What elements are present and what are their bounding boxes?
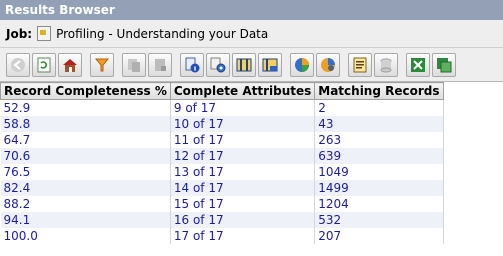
filter-button[interactable] [90,52,114,77]
results-table: Record Completeness % Complete Attribute… [0,82,444,244]
job-icon [37,26,52,41]
table-cell[interactable]: 17 of 17 [170,228,316,244]
table-header-row: Record Completeness % Complete Attribute… [0,82,444,100]
table-cell[interactable]: 1204 [314,196,444,212]
excel-button[interactable] [406,52,430,77]
table-row[interactable]: 52.9 9 of 17 2 [0,99,444,116]
table-row[interactable]: 58.8 10 of 17 43 [0,116,444,132]
filter-icon [94,58,110,71]
table-cell[interactable]: 2 [314,99,444,116]
table-cell[interactable]: 15 of 17 [170,196,316,212]
save-columns-button[interactable] [258,52,282,77]
table-cell[interactable]: 639 [314,148,444,164]
table-cell[interactable]: 9 of 17 [170,99,316,116]
report-icon [353,57,367,72]
job-bar: Job: Profiling - Understanding your Data [0,20,503,48]
back-button[interactable] [6,52,30,77]
results-table-area: Record Completeness % Complete Attribute… [0,82,503,256]
paste-icon [155,58,166,71]
back-icon [11,57,25,72]
table-row[interactable]: 88.2 15 of 17 1204 [0,196,444,212]
table-cell[interactable]: 94.1 [0,212,171,228]
report-button[interactable] [348,52,372,77]
table-cell[interactable]: 532 [314,212,444,228]
table-cell[interactable]: 13 of 17 [170,164,316,180]
pie-chart-icon [295,57,309,72]
info-icon [185,57,200,72]
paste-button[interactable] [148,52,172,77]
copy-icon [128,58,140,72]
copy-button[interactable] [122,52,146,77]
settings-button[interactable] [206,52,230,77]
table-row[interactable]: 94.1 16 of 17 532 [0,212,444,228]
info-button[interactable] [180,52,204,77]
pie-chart-settings-icon [321,57,335,72]
table-cell[interactable]: 58.8 [0,116,171,132]
table-cell[interactable]: 64.7 [0,132,171,148]
table-cell[interactable]: 1049 [314,164,444,180]
job-name: Profiling - Understanding your Data [56,26,269,41]
table-cell[interactable]: 1499 [314,180,444,196]
pie-chart-button[interactable] [290,52,314,77]
table-row[interactable]: 82.4 14 of 17 1499 [0,180,444,196]
table-cell[interactable]: 10 of 17 [170,116,316,132]
table-cell[interactable]: 12 of 17 [170,148,316,164]
toolbar [0,48,503,82]
refresh-icon [37,57,51,72]
settings-icon [210,57,226,72]
table-row[interactable]: 76.5 13 of 17 1049 [0,164,444,180]
excel-export-icon [437,57,452,72]
header-matching-records[interactable]: Matching Records [314,82,444,100]
header-complete-attributes[interactable]: Complete Attributes [169,82,316,100]
columns-icon [236,58,252,71]
table-cell[interactable]: 16 of 17 [170,212,316,228]
table-cell[interactable]: 70.6 [0,148,171,164]
refresh-button[interactable] [32,52,56,77]
home-button[interactable] [58,52,82,77]
table-cell[interactable]: 76.5 [0,164,171,180]
database-icon [380,58,392,72]
window-title: Results Browser [0,0,503,20]
job-label: Job: [6,26,33,41]
pie-chart-settings-button[interactable] [316,52,340,77]
columns-button[interactable] [232,52,256,77]
excel-icon [411,57,425,72]
save-columns-icon [262,58,278,71]
table-cell[interactable]: 82.4 [0,180,171,196]
table-row[interactable]: 64.7 11 of 17 263 [0,132,444,148]
table-cell[interactable]: 263 [314,132,444,148]
table-cell[interactable]: 14 of 17 [170,180,316,196]
table-cell[interactable]: 52.9 [0,99,171,116]
excel-export-button[interactable] [432,52,456,77]
table-row[interactable]: 100.0 17 of 17 207 [0,228,444,244]
table-cell[interactable]: 100.0 [0,228,171,244]
table-row[interactable]: 70.6 12 of 17 639 [0,148,444,164]
table-cell[interactable]: 207 [314,228,444,244]
header-record-completeness[interactable]: Record Completeness % [0,82,171,100]
home-icon [63,58,77,72]
database-button[interactable] [374,52,398,77]
table-cell[interactable]: 43 [314,116,444,132]
table-cell[interactable]: 11 of 17 [170,132,316,148]
table-cell[interactable]: 88.2 [0,196,171,212]
